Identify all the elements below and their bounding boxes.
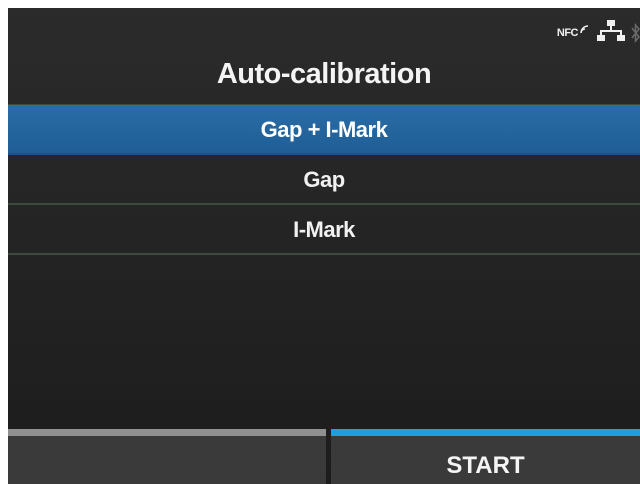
bluetooth-icon <box>631 22 640 44</box>
softkey-bar: START <box>8 429 640 484</box>
printer-screen: NFC Auto-calibration Gap + I-Mark Gap I-… <box>8 8 640 484</box>
start-button[interactable]: START <box>331 429 640 484</box>
network-icon <box>597 19 625 47</box>
left-softkey[interactable] <box>8 429 326 484</box>
calibration-option-list: Gap + I-Mark Gap I-Mark <box>8 104 640 255</box>
status-bar: NFC <box>557 18 640 48</box>
nfc-label: NFC <box>556 27 579 39</box>
option-gap[interactable]: Gap <box>8 155 640 205</box>
option-gap-i-mark[interactable]: Gap + I-Mark <box>8 105 640 155</box>
nfc-icon: NFC <box>556 25 591 39</box>
option-i-mark[interactable]: I-Mark <box>8 205 640 255</box>
page-title: Auto-calibration <box>216 58 432 90</box>
